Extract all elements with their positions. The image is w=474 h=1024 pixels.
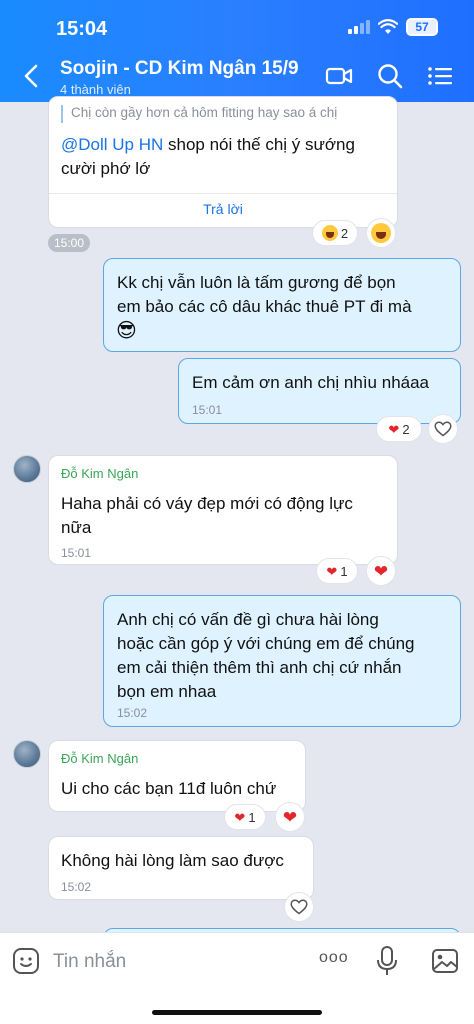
menu-icon[interactable]: [426, 62, 454, 90]
message-text: Không hài lòng làm sao được: [61, 851, 284, 870]
reaction-count: 2: [402, 421, 410, 437]
message-bubble[interactable]: Chị còn gầy hơn cả hôm fitting hay sao á…: [48, 96, 398, 228]
back-icon[interactable]: [20, 62, 44, 90]
message-text: em bảo các cô dâu khác thuê PT đi mà: [117, 297, 412, 316]
home-indicator: [152, 1010, 322, 1015]
chat-title[interactable]: Soojin - CD Kim Ngân 15/9: [60, 58, 299, 80]
sticker-icon[interactable]: [12, 947, 40, 975]
message-text: Haha phải có váy đẹp mới có động lực: [61, 494, 353, 513]
message-text: cười phớ lớ: [61, 159, 151, 178]
microphone-icon[interactable]: [375, 945, 399, 977]
message-bubble[interactable]: Anh chị có vấn đề gì chưa hài lòng hoặc …: [103, 595, 461, 727]
laugh-emoji-icon: [321, 225, 338, 241]
message-time: 15:02: [117, 706, 148, 720]
heart-icon: ❤: [326, 563, 338, 579]
message-time: 15:01: [61, 546, 92, 560]
reaction-summary[interactable]: ❤ 1: [224, 804, 266, 830]
reaction-summary[interactable]: 2: [312, 220, 358, 246]
message-bubble[interactable]: Em cảm ơn anh chị nhìu nháaa 15:01: [178, 358, 461, 424]
avatar[interactable]: [13, 740, 41, 768]
quote-bar: [61, 105, 63, 123]
video-call-icon[interactable]: [325, 62, 353, 90]
member-count[interactable]: 4 thành viên: [60, 82, 131, 97]
message-bubble[interactable]: Đỗ Kim Ngân Ui cho các bạn 11đ luôn chứ: [48, 740, 306, 812]
message-time: 15:02: [61, 880, 92, 894]
status-time: 15:04: [56, 18, 108, 40]
more-options-icon[interactable]: ooo: [319, 949, 349, 967]
reaction-count: 1: [340, 563, 348, 579]
heart-icon: ❤: [234, 809, 246, 825]
quoted-text: Chị còn gầy hơn cả hôm fitting hay sao á…: [71, 105, 338, 120]
react-button[interactable]: [428, 414, 458, 444]
message-text: Anh chị có vấn đề gì chưa hài lòng: [117, 610, 379, 629]
chat-header: 15:04 57 Soojin - CD Kim Ngân 15/9 4 thà…: [0, 0, 474, 102]
heart-icon: ❤: [388, 421, 400, 437]
avatar[interactable]: [13, 455, 41, 483]
react-button[interactable]: [284, 892, 314, 922]
signal-icon: [348, 20, 370, 34]
divider: [49, 193, 397, 194]
message-text: Kk chị vẫn luôn là tấm gương để bọn: [117, 273, 396, 292]
message-text: hoặc cần góp ý với chúng em để chúng: [117, 634, 415, 653]
heart-outline-icon: [290, 899, 308, 915]
heart-icon: ❤: [282, 807, 298, 827]
message-bubble[interactable]: Kk chị vẫn luôn là tấm gương để bọn em b…: [103, 258, 461, 352]
sender-name[interactable]: Đỗ Kim Ngân: [61, 466, 138, 481]
heart-outline-icon: [434, 421, 452, 437]
reaction-count: 2: [340, 225, 349, 241]
reaction-summary[interactable]: ❤ 1: [316, 558, 358, 584]
message-text: bọn em nhaa: [117, 682, 217, 701]
reply-button[interactable]: Trả lời: [49, 201, 397, 217]
battery-indicator: 57: [406, 18, 438, 36]
message-time: 15:01: [192, 403, 223, 417]
message-bubble[interactable]: Không hài lòng làm sao được 15:02: [48, 836, 314, 900]
reaction-summary[interactable]: ❤ 2: [376, 416, 422, 442]
wifi-icon: [378, 19, 398, 34]
react-button[interactable]: [366, 218, 396, 248]
message-text: shop nói thế chị ý sướng: [163, 135, 355, 154]
message-text: Em cảm ơn anh chị nhìu nháaa: [192, 373, 430, 392]
message-input[interactable]: Tin nhắn: [53, 951, 126, 973]
heart-icon: ❤: [373, 561, 389, 581]
message-text: em cải thiện thêm thì anh chị cứ nhắn: [117, 658, 402, 677]
sunglasses-emoji: 😎: [116, 320, 137, 342]
status-icons: 57: [348, 18, 438, 36]
search-icon[interactable]: [376, 62, 404, 90]
image-gallery-icon[interactable]: [431, 947, 459, 975]
sender-name[interactable]: Đỗ Kim Ngân: [61, 751, 138, 766]
reaction-count: 1: [248, 809, 256, 825]
react-button[interactable]: ❤: [275, 802, 305, 832]
react-button[interactable]: ❤: [366, 556, 396, 586]
message-time-badge: 15:00: [48, 234, 91, 252]
mention-link[interactable]: @Doll Up HN: [61, 135, 163, 154]
message-text: nữa: [61, 518, 92, 537]
message-text: Ui cho các bạn 11đ luôn chứ: [61, 779, 277, 798]
message-bubble[interactable]: Đỗ Kim Ngân Haha phải có váy đẹp mới có …: [48, 455, 398, 565]
laugh-emoji-icon: [371, 223, 391, 243]
